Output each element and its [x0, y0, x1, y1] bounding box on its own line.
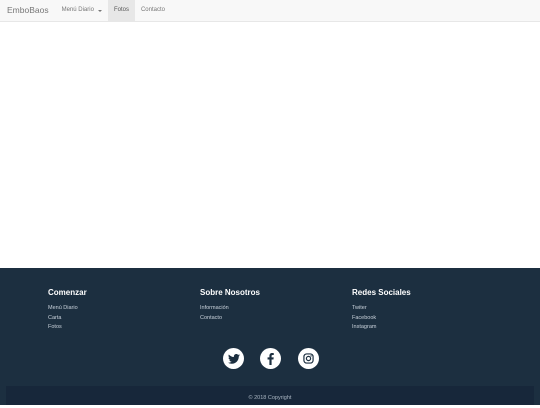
nav-item-menu-diario[interactable]: Menú Diario [56, 0, 108, 21]
nav-item-label: Fotos [113, 7, 129, 13]
footer-column-comenzar: Comenzar Menú Diario Carta Fotos [48, 288, 87, 333]
footer-copyright-bar: © 2018 Copyright [6, 386, 534, 405]
nav-item-label: Menú Diario [61, 7, 94, 13]
footer-link-informacion[interactable]: Información [200, 304, 260, 314]
footer-column-sobre-nosotros: Sobre Nosotros Información Contacto [200, 288, 260, 323]
page-footer: Comenzar Menú Diario Carta Fotos Sobre N… [0, 268, 540, 405]
footer-link-twiter[interactable]: Twiter [352, 304, 411, 314]
footer-heading: Comenzar [48, 288, 87, 297]
footer-heading: Redes Sociales [352, 288, 411, 297]
footer-link-menu-diario[interactable]: Menú Diario [48, 304, 87, 314]
nav-item-label: Contacto [140, 7, 165, 13]
top-navbar: EmboBaos Menú Diario Fotos Contacto [0, 0, 540, 22]
instagram-button[interactable] [298, 348, 319, 369]
facebook-button[interactable] [260, 348, 281, 369]
footer-heading: Sobre Nosotros [200, 288, 261, 297]
footer-link-instagram[interactable]: Instagram [352, 323, 411, 333]
footer-link-contacto[interactable]: Contacto [200, 314, 260, 324]
brand-link[interactable]: EmboBaos [0, 0, 56, 21]
footer-column-redes-sociales: Redes Sociales Twiter Facebook Instagram [352, 288, 411, 333]
facebook-icon [267, 352, 274, 365]
twitter-icon [227, 353, 240, 364]
nav-item-contacto[interactable]: Contacto [135, 0, 171, 21]
nav-item-fotos[interactable]: Fotos [107, 0, 135, 21]
caret-down-icon [97, 9, 102, 12]
footer-link-carta[interactable]: Carta [48, 314, 87, 324]
copyright-text: © 2018 Copyright [248, 395, 292, 401]
footer-link-fotos[interactable]: Fotos [48, 323, 87, 333]
footer-link-facebook[interactable]: Facebook [352, 314, 411, 324]
social-links [0, 348, 540, 370]
twitter-button[interactable] [223, 348, 244, 369]
instagram-icon [303, 353, 314, 364]
